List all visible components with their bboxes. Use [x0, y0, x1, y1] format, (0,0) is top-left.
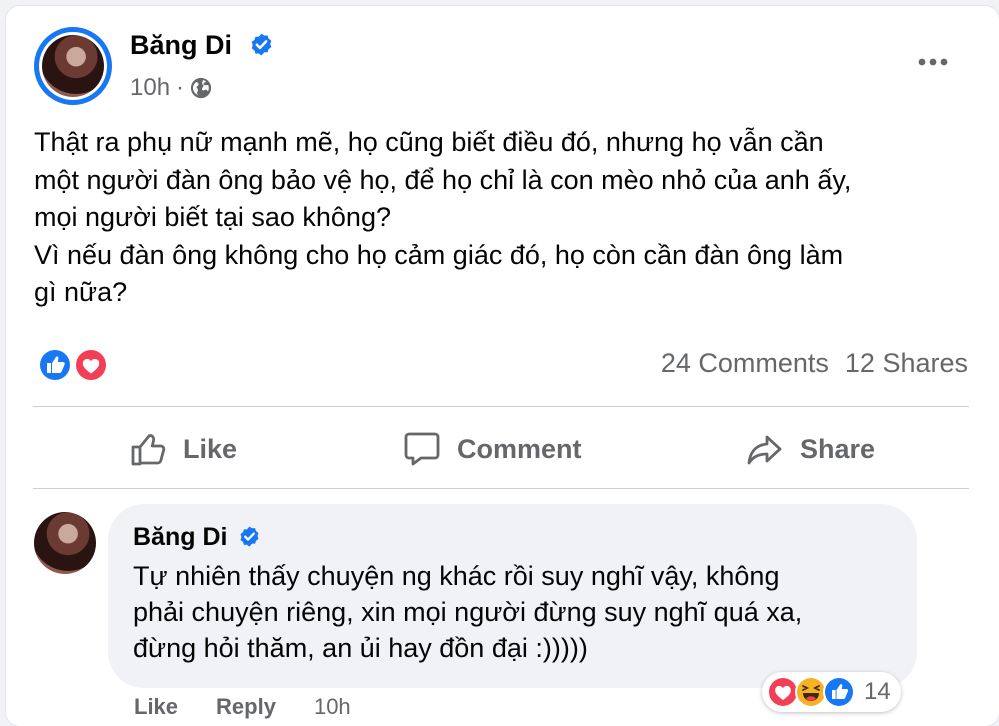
verified-badge-icon [240, 526, 259, 547]
globe-icon [190, 77, 212, 99]
share-button[interactable]: Share [746, 425, 875, 473]
reaction-summary[interactable] [36, 346, 112, 384]
divider-bottom [33, 488, 969, 489]
like-reaction-icon [823, 676, 855, 708]
comments-count[interactable]: 24 Comments [661, 348, 829, 379]
meta-separator: · [176, 74, 185, 101]
like-label: Like [183, 433, 238, 464]
like-reaction-icon [38, 348, 72, 382]
shares-count[interactable]: 12 Shares [845, 348, 968, 379]
comment-reactions[interactable]: 14 [762, 672, 901, 712]
comment-like-button[interactable]: Like [134, 694, 178, 720]
comment-reply-button[interactable]: Reply [216, 694, 276, 720]
love-reaction-icon [74, 348, 108, 382]
author-name[interactable]: Băng Di [130, 30, 232, 61]
more-options-icon[interactable] [915, 50, 951, 74]
author-avatar[interactable] [34, 27, 112, 105]
post-meta: 10h · [130, 74, 212, 102]
comment-label: Comment [457, 433, 582, 464]
divider-top [33, 406, 969, 407]
comment-text: Tự nhiên thấy chuyện ng khác rồi suy ngh… [133, 561, 803, 663]
comment-actions: Like Reply 10h [134, 694, 351, 720]
comment-time[interactable]: 10h [314, 694, 351, 720]
post-text: Thật ra phụ nữ mạnh mẽ, họ cũng biết điề… [34, 127, 852, 307]
commenter-avatar[interactable] [34, 512, 96, 574]
verified-badge-icon [251, 33, 272, 56]
comment-reaction-count: 14 [864, 678, 891, 705]
share-label: Share [800, 433, 876, 464]
comment-author[interactable]: Băng Di [133, 523, 227, 552]
comment-bubble-icon [404, 432, 440, 466]
engagement-counts: 24 Comments 12 Shares [661, 348, 968, 379]
thumbs-up-icon [131, 434, 166, 466]
comment-button[interactable]: Comment [403, 425, 582, 473]
post-time[interactable]: 10h [130, 74, 170, 102]
like-button[interactable]: Like [129, 425, 237, 473]
share-arrow-icon [747, 435, 782, 465]
